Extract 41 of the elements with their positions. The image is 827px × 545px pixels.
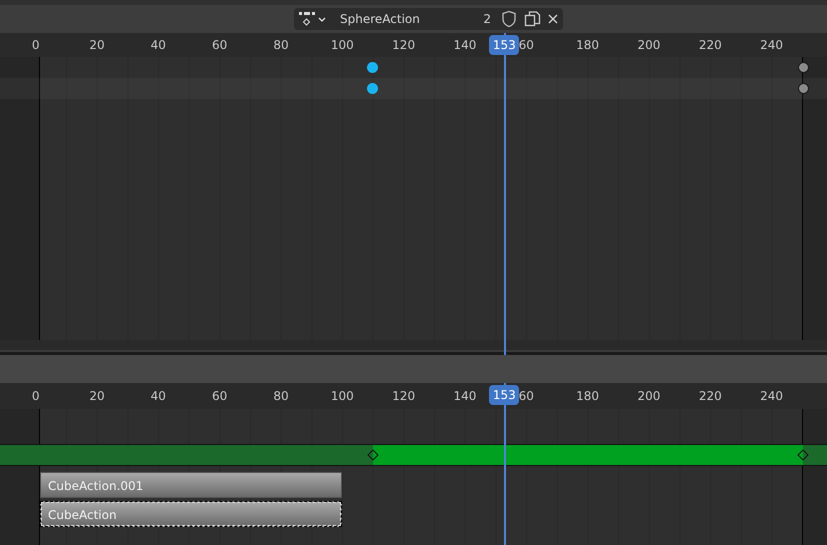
frame-number: 180 [576,389,600,403]
frame-number: 140 [454,389,476,403]
frame-number: 240 [760,38,784,52]
scrollbar[interactable] [0,340,827,352]
frame-number: 140 [454,38,476,52]
frame-number: 100 [330,38,354,52]
keyframe-dot[interactable] [367,62,378,73]
frame-number: 0 [32,389,40,403]
frame-number: 60 [212,389,228,403]
frame-number: 200 [637,38,660,52]
frame-number: 0 [32,38,40,52]
frame-number: 120 [392,389,416,403]
frame-number: 80 [273,38,289,52]
keyframe-dot[interactable] [367,83,378,94]
frame-number: 60 [518,389,534,403]
user-count: 2 [482,12,491,26]
current-frame-indicator[interactable]: 153 [489,385,520,405]
frame-number: 40 [150,38,166,52]
frame-number: 100 [330,389,354,403]
action-name[interactable]: SphereAction [340,12,468,26]
frame-number: 80 [273,389,289,403]
close-icon[interactable] [547,13,559,25]
frame-number: 60 [518,38,534,52]
action-selector[interactable]: SphereAction 2 [294,8,563,30]
shield-icon[interactable] [501,10,517,28]
frame-number: 220 [698,38,722,52]
keyframe-dot[interactable] [798,62,809,73]
frame-number: 20 [89,38,105,52]
frame-number: 120 [392,38,416,52]
frame-number: 200 [637,389,660,403]
copy-icon[interactable] [524,10,541,28]
frame-number: 180 [576,38,600,52]
action-strip[interactable]: CubeAction.001 [40,472,342,498]
keyframe-dot[interactable] [798,83,809,94]
frame-number: 220 [698,389,722,403]
frame-number: 240 [760,389,784,403]
action-strip[interactable]: CubeAction [40,501,342,527]
current-frame-indicator[interactable]: 153 [489,35,520,55]
frame-number: 40 [150,389,166,403]
frame-number: 60 [212,38,228,52]
frame-number: 20 [89,389,105,403]
